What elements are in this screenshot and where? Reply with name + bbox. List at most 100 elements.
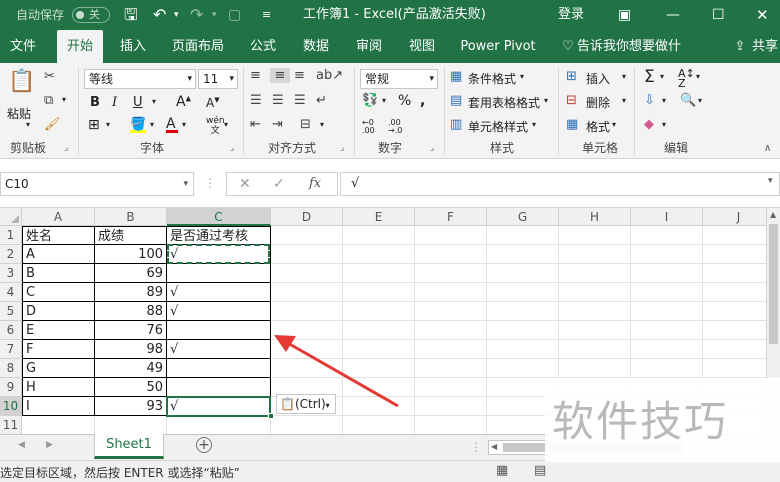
currency-dropdown-icon[interactable]: ▾: [382, 96, 386, 105]
column-header-a[interactable]: A: [22, 208, 95, 226]
insert-cells-icon[interactable]: ⊞: [566, 69, 577, 84]
cell-c3[interactable]: [167, 264, 271, 283]
align-bottom-icon[interactable]: ≡: [294, 68, 305, 83]
percent-icon[interactable]: %: [398, 93, 411, 109]
empty-cell[interactable]: [415, 321, 487, 340]
cell-c9[interactable]: [167, 378, 271, 397]
paste-dropdown-icon[interactable]: ▾: [26, 120, 30, 129]
copy-dropdown-icon[interactable]: ▾: [62, 95, 66, 104]
cell-c1[interactable]: 是否通过考核: [167, 226, 271, 245]
column-header-d[interactable]: D: [271, 208, 343, 226]
align-middle-icon[interactable]: ≡: [270, 68, 290, 83]
expand-formula-icon[interactable]: ▾: [768, 176, 773, 186]
empty-cell[interactable]: [559, 283, 631, 302]
chevron-down-icon[interactable]: ▾: [544, 96, 548, 105]
empty-cell[interactable]: [559, 302, 631, 321]
empty-cell[interactable]: [559, 264, 631, 283]
insert-cells-button[interactable]: 插入: [586, 70, 610, 87]
row-header[interactable]: 4: [0, 283, 22, 302]
decrease-indent-icon[interactable]: ⇤: [250, 117, 261, 132]
ribbon-display-icon[interactable]: ▣: [618, 0, 631, 30]
align-center-icon[interactable]: ☰: [272, 93, 284, 108]
italic-button[interactable]: I: [112, 95, 117, 110]
merge-dropdown-icon[interactable]: ▾: [320, 120, 324, 129]
empty-cell[interactable]: [703, 264, 775, 283]
empty-cell[interactable]: [415, 283, 487, 302]
name-box[interactable]: C10 ▾: [0, 172, 194, 196]
tab-home[interactable]: 开始: [57, 30, 103, 63]
merge-center-icon[interactable]: ⊟: [300, 117, 311, 132]
empty-cell[interactable]: [415, 378, 487, 397]
normal-view-icon[interactable]: ▦: [496, 463, 508, 478]
decrease-decimal-icon[interactable]: .00 →.0: [388, 119, 402, 135]
font-color-icon[interactable]: A: [166, 116, 178, 133]
copy-icon[interactable]: ⧉: [44, 93, 53, 108]
login-link[interactable]: 登录: [558, 0, 584, 30]
increase-font-icon[interactable]: A▲: [176, 94, 191, 110]
paste-icon[interactable]: 📋: [8, 69, 36, 99]
bold-button[interactable]: B: [90, 95, 100, 110]
close-icon[interactable]: ✕: [756, 0, 769, 30]
sort-filter-dropdown-icon[interactable]: ▾: [696, 72, 700, 81]
empty-cell[interactable]: [271, 264, 343, 283]
empty-cell[interactable]: [271, 245, 343, 264]
cell-b3[interactable]: 69: [95, 264, 167, 283]
column-header-i[interactable]: I: [631, 208, 703, 226]
page-layout-view-icon[interactable]: ▤: [534, 463, 546, 478]
empty-cell[interactable]: [343, 245, 415, 264]
cell-style-button[interactable]: 单元格样式: [468, 118, 528, 135]
cell-a3[interactable]: B: [22, 264, 95, 283]
tab-formulas[interactable]: 公式: [240, 30, 286, 63]
cell-a1[interactable]: 姓名: [22, 226, 95, 245]
empty-cell[interactable]: [343, 226, 415, 245]
row-header[interactable]: 3: [0, 264, 22, 283]
empty-cell[interactable]: [559, 321, 631, 340]
cell-b6[interactable]: 76: [95, 321, 167, 340]
font-launcher-icon[interactable]: ⌟: [230, 143, 234, 153]
empty-cell[interactable]: [703, 302, 775, 321]
cell-b4[interactable]: 89: [95, 283, 167, 302]
prev-sheet-icon[interactable]: ◀: [18, 440, 25, 450]
empty-cell[interactable]: [343, 416, 415, 435]
empty-cell[interactable]: [487, 245, 559, 264]
cell-style-icon[interactable]: ▥: [450, 117, 462, 132]
empty-cell[interactable]: [271, 302, 343, 321]
empty-cell[interactable]: [271, 283, 343, 302]
customize-qat-icon[interactable]: ≡: [262, 0, 271, 30]
redo-icon[interactable]: ↷: [190, 0, 203, 30]
share-button[interactable]: 共享: [752, 30, 780, 63]
clipboard-launcher-icon[interactable]: ⌟: [64, 143, 68, 153]
empty-cell[interactable]: [343, 264, 415, 283]
font-name-select[interactable]: 等线 ▾: [84, 69, 196, 89]
row-header[interactable]: 2: [0, 245, 22, 264]
empty-cell[interactable]: [487, 226, 559, 245]
tell-me-box[interactable]: 告诉我你想要做什么: [577, 30, 689, 87]
wrap-text-icon[interactable]: ↵: [316, 93, 327, 108]
empty-cell[interactable]: [631, 302, 703, 321]
sheet-tab-sheet1[interactable]: Sheet1: [94, 434, 164, 459]
empty-cell[interactable]: [487, 264, 559, 283]
cell-b11[interactable]: [95, 416, 167, 435]
number-format-select[interactable]: 常规 ▾: [360, 69, 438, 89]
empty-cell[interactable]: [703, 226, 775, 245]
align-left-icon[interactable]: ☰: [250, 93, 262, 108]
tab-review[interactable]: 审阅: [346, 30, 392, 63]
next-sheet-icon[interactable]: ▶: [46, 440, 53, 450]
underline-button[interactable]: U: [133, 95, 143, 110]
conditional-format-button[interactable]: 条件格式: [468, 70, 516, 87]
minimize-icon[interactable]: —: [666, 0, 680, 30]
format-cells-icon[interactable]: ▦: [566, 117, 578, 132]
undo-icon[interactable]: ↶: [153, 0, 166, 30]
empty-cell[interactable]: [415, 340, 487, 359]
column-header-h[interactable]: H: [559, 208, 631, 226]
share-icon[interactable]: ⇪: [732, 30, 748, 63]
collapse-ribbon-icon[interactable]: ∧: [764, 143, 771, 154]
underline-dropdown-icon[interactable]: ▾: [152, 97, 156, 106]
add-sheet-icon[interactable]: +: [196, 437, 212, 453]
border-dropdown-icon[interactable]: ▾: [106, 120, 110, 129]
cell-a8[interactable]: G: [22, 359, 95, 378]
cell-b10[interactable]: 93: [95, 397, 167, 416]
empty-cell[interactable]: [343, 283, 415, 302]
cell-c6[interactable]: [167, 321, 271, 340]
increase-decimal-icon[interactable]: ←0.00: [362, 119, 375, 135]
